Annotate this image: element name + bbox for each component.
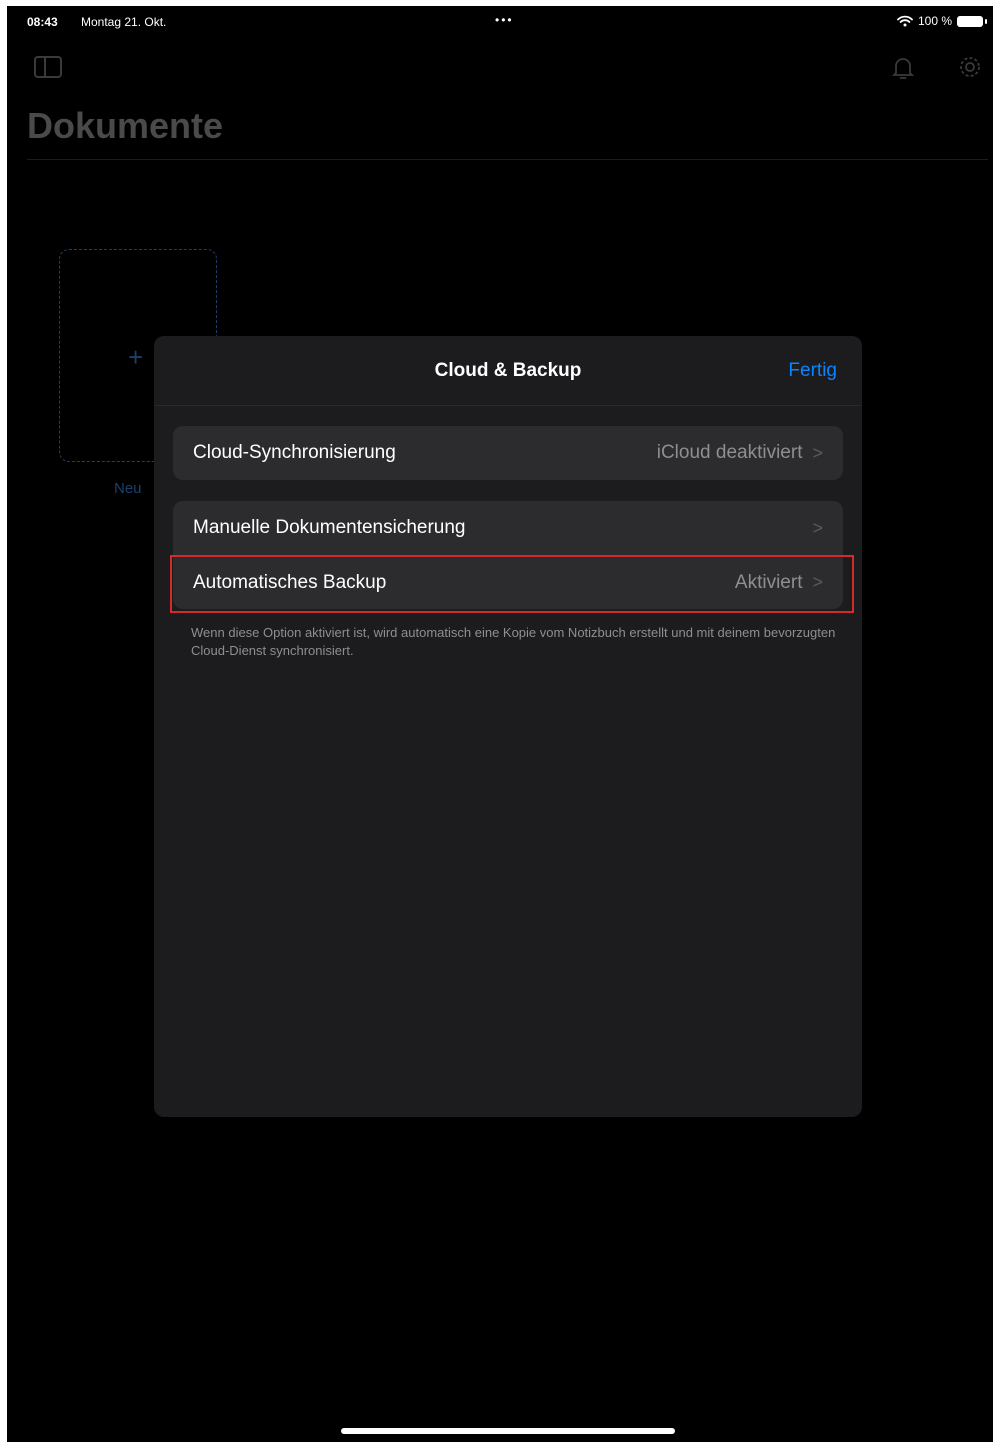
- bell-icon[interactable]: [890, 54, 916, 82]
- status-bar: 08:43 Montag 21. Okt. ••• 100 %: [7, 6, 993, 34]
- manual-backup-row[interactable]: Manuelle Dokumentensicherung >: [173, 501, 843, 555]
- automatic-backup-row[interactable]: Automatisches Backup Aktiviert >: [173, 555, 843, 609]
- backup-footer-note: Wenn diese Option aktiviert ist, wird au…: [191, 625, 836, 658]
- row-label: Automatisches Backup: [193, 571, 387, 593]
- row-value: iCloud deaktiviert: [656, 442, 803, 463]
- title-divider: [27, 159, 988, 160]
- sheet-header: Cloud & Backup Fertig: [154, 336, 862, 406]
- ipad-screen: Dokumente + Neu 08:43 Montag 21. Okt. ••…: [7, 6, 993, 1442]
- sidebar-toggle-icon[interactable]: [34, 56, 62, 78]
- home-indicator[interactable]: [341, 1428, 675, 1434]
- cloud-sync-row[interactable]: Cloud-Synchronisierung iCloud deaktivier…: [173, 426, 843, 480]
- row-label: Manuelle Dokumentensicherung: [193, 517, 466, 538]
- page-title: Dokumente: [27, 105, 224, 146]
- battery-percentage: 100 %: [917, 14, 952, 28]
- multitasking-dots[interactable]: •••: [495, 13, 514, 27]
- sheet-title: Cloud & Backup: [434, 360, 582, 381]
- row-value: Aktiviert: [734, 571, 803, 593]
- done-button[interactable]: Fertig: [788, 360, 837, 382]
- plus-icon: +: [128, 342, 144, 372]
- chevron-right-icon: >: [812, 572, 823, 592]
- status-time: 08:43: [27, 15, 58, 29]
- status-indicators: 100 %: [897, 14, 987, 28]
- chevron-right-icon: >: [812, 517, 823, 538]
- row-label: Cloud-Synchronisierung: [193, 442, 396, 463]
- new-document-label: Neu: [114, 480, 142, 497]
- gear-icon[interactable]: [957, 54, 983, 80]
- wifi-icon: [897, 15, 913, 27]
- status-date: Montag 21. Okt.: [81, 15, 167, 29]
- cloud-backup-sheet: Cloud & Backup Fertig Cloud-Synchronisie…: [154, 336, 862, 1117]
- cloud-sync-group: Cloud-Synchronisierung iCloud deaktivier…: [173, 426, 843, 480]
- backup-group: Manuelle Dokumentensicherung > Automatis…: [173, 501, 843, 609]
- battery-icon: [957, 15, 987, 27]
- chevron-right-icon: >: [812, 442, 823, 463]
